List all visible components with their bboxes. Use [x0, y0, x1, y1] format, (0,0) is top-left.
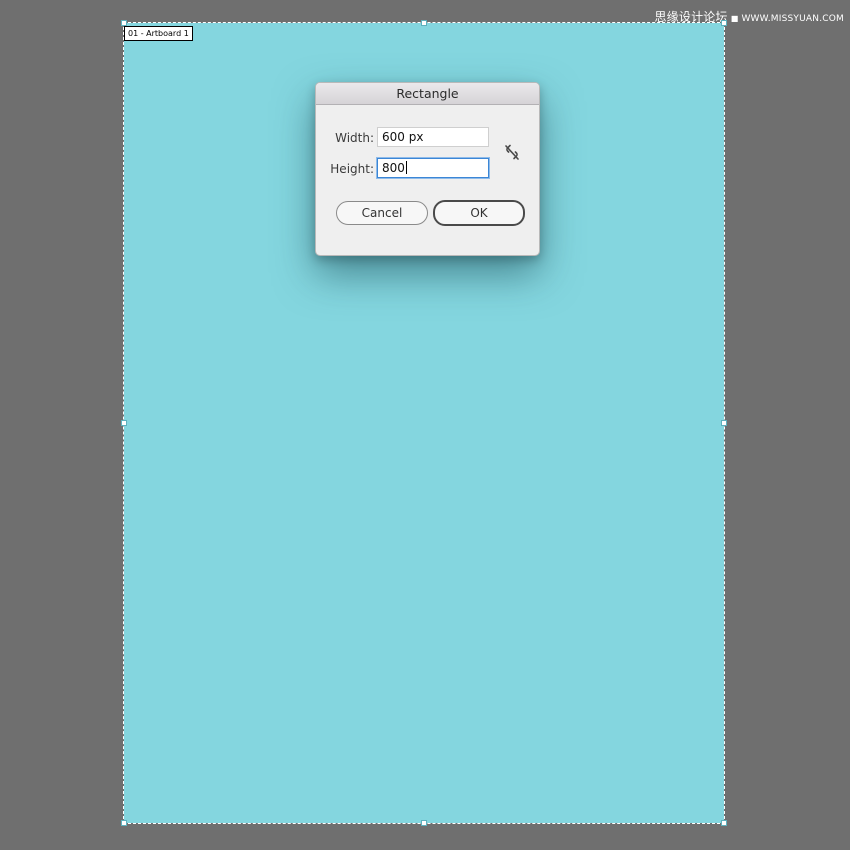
handle-bottom-right[interactable]	[721, 820, 727, 826]
watermark-url: WWW.MISSYUAN.COM	[741, 14, 844, 24]
handle-top-middle[interactable]	[421, 20, 427, 26]
handle-middle-left[interactable]	[121, 420, 127, 426]
rectangle-dialog: Rectangle Width: 600 px Height: 800 Canc…	[315, 82, 540, 256]
dialog-title[interactable]: Rectangle	[316, 83, 539, 105]
handle-top-left[interactable]	[121, 20, 127, 26]
handle-bottom-left[interactable]	[121, 820, 127, 826]
height-label: Height:	[330, 162, 374, 176]
width-input[interactable]: 600 px	[377, 127, 489, 147]
height-input[interactable]: 800	[377, 158, 489, 178]
broken-link-icon[interactable]	[504, 143, 520, 161]
cancel-button[interactable]: Cancel	[336, 201, 428, 225]
handle-bottom-middle[interactable]	[421, 820, 427, 826]
handle-middle-right[interactable]	[721, 420, 727, 426]
text-caret	[405, 161, 407, 174]
width-label: Width:	[335, 131, 374, 145]
handle-top-right[interactable]	[721, 20, 727, 26]
height-value: 800	[382, 161, 405, 175]
ok-button[interactable]: OK	[433, 200, 525, 226]
watermark-separator: ■	[730, 14, 739, 23]
artboard-label[interactable]: 01 - Artboard 1	[124, 26, 193, 41]
width-value: 600 px	[382, 130, 424, 144]
watermark-text: 思缘设计论坛	[654, 10, 728, 24]
